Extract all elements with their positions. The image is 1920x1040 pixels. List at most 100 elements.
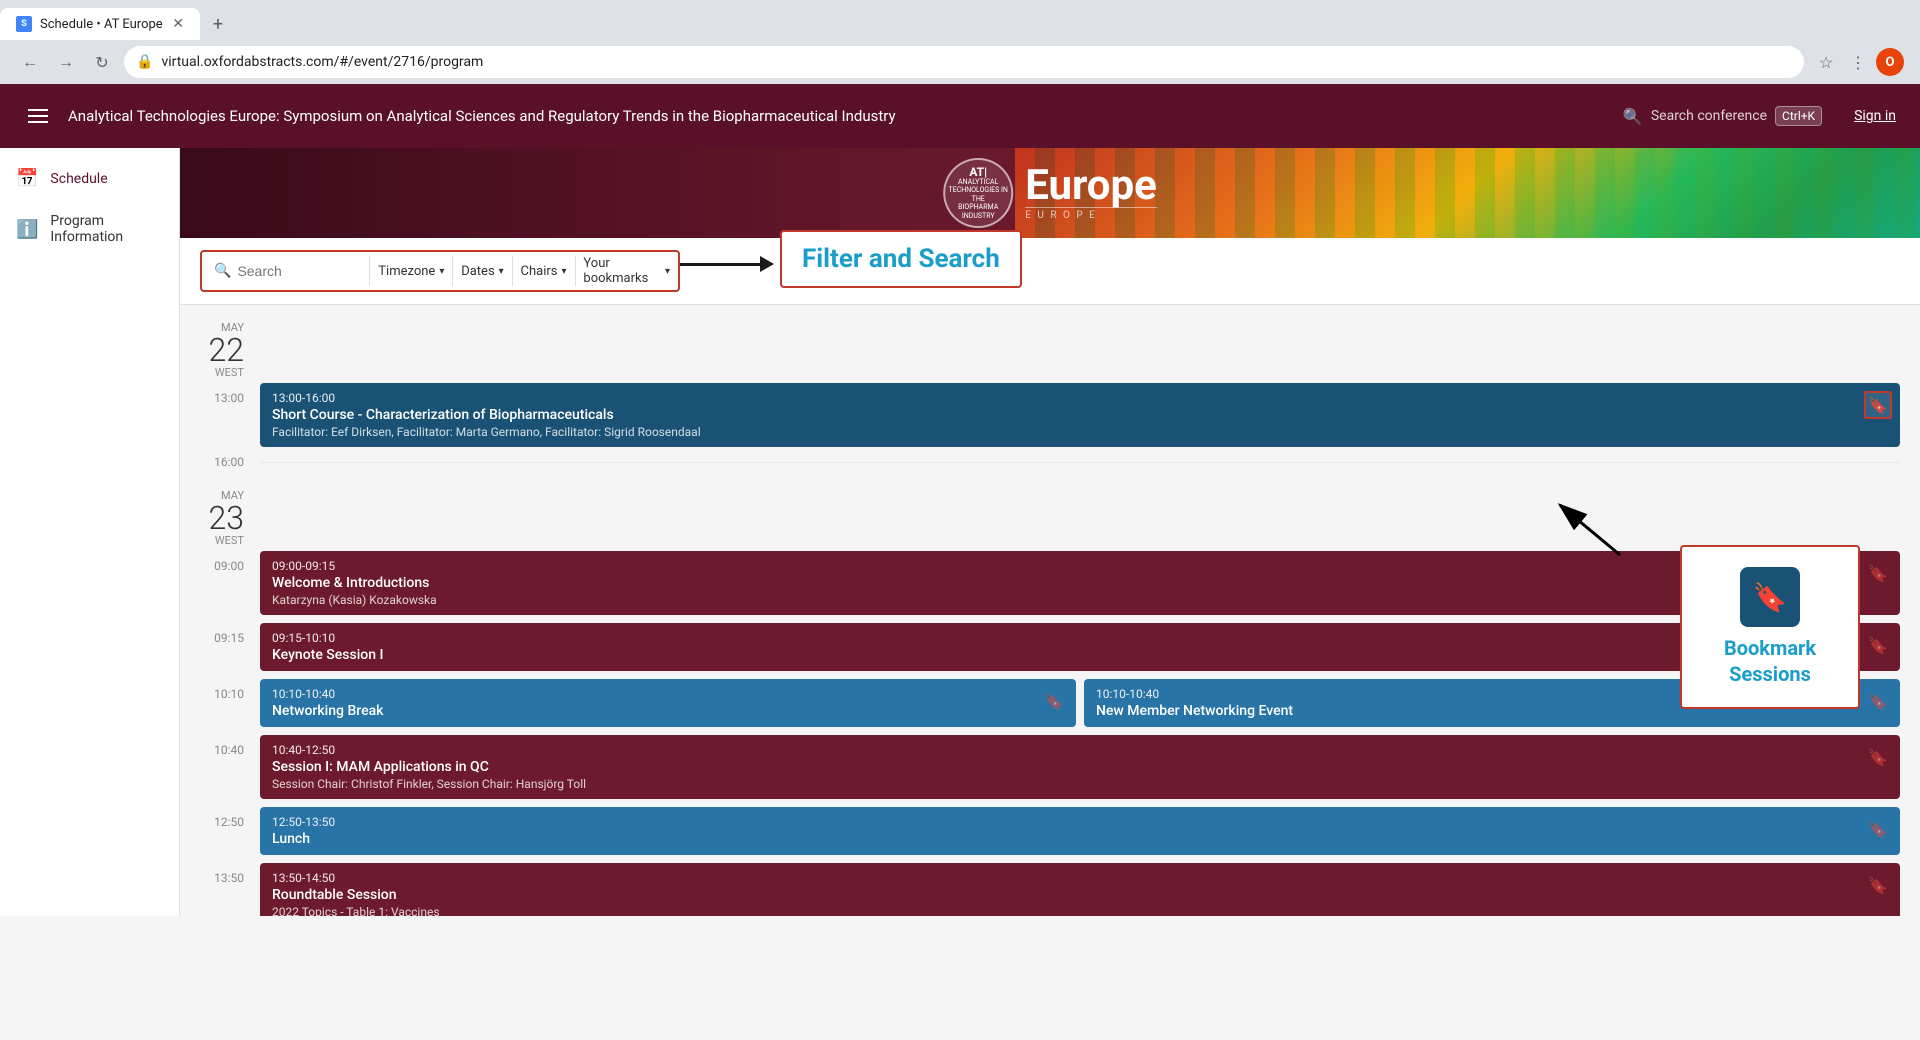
nav-back-button[interactable]: ← bbox=[16, 48, 44, 76]
tab-close-button[interactable]: ✕ bbox=[172, 16, 184, 32]
day-section-may22: MAY 22 WEST 13:00 13:00-16:00 S bbox=[200, 305, 1900, 469]
sessions-1350: 13:50-14:50 Roundtable Session 2022 Topi… bbox=[260, 863, 1900, 916]
bookmark-icon: 🔖 bbox=[1868, 820, 1888, 839]
banner-logo-circle: AT| ANALYTICALTECHNOLOGIES IN THEBIOPHAR… bbox=[943, 158, 1013, 228]
day-section-may23: MAY 23 WEST 09:00 09:00-09:15 W bbox=[200, 473, 1900, 916]
bookmark-button-lunch[interactable]: 🔖 bbox=[1864, 815, 1892, 843]
sessions-0915: 09:15-10:10 Keynote Session I 🔖 bbox=[260, 623, 1900, 675]
sessions-1300: 13:00-16:00 Short Course - Characterizat… bbox=[260, 383, 1900, 451]
session-title: Roundtable Session bbox=[272, 887, 1860, 903]
sessions-0900: 09:00-09:15 Welcome & Introductions Kata… bbox=[260, 551, 1900, 619]
hamburger-menu[interactable] bbox=[24, 105, 52, 127]
bookmark-icon: 🔖 bbox=[1868, 692, 1888, 711]
filter-bar: 🔍 Timezone ▾ Dates ▾ bbox=[200, 250, 680, 292]
session-title: Lunch bbox=[272, 831, 1860, 847]
filter-bar-section: 🔍 Timezone ▾ Dates ▾ bbox=[180, 238, 1920, 305]
sign-in-link[interactable]: Sign in bbox=[1854, 108, 1896, 124]
bookmark-button-short-course[interactable]: 🔖 bbox=[1864, 391, 1892, 419]
address-bar[interactable]: 🔒 virtual.oxfordabstracts.com/#/event/27… bbox=[124, 46, 1804, 78]
session-networking-break[interactable]: 10:10-10:40 Networking Break 🔖 bbox=[260, 679, 1076, 727]
new-tab-button[interactable]: + bbox=[204, 10, 232, 38]
bookmarks-chevron-icon: ▾ bbox=[665, 266, 670, 277]
bookmark-button-welcome[interactable]: 🔖 bbox=[1864, 559, 1892, 587]
time-label-1300: 13:00 bbox=[200, 383, 260, 405]
sidebar-program-label: Program Information bbox=[50, 213, 163, 245]
time-row-1600: 16:00 bbox=[200, 455, 1900, 469]
filter-and-search-text: Filter and Search bbox=[802, 244, 1000, 274]
session-time: 12:50-13:50 bbox=[272, 815, 1860, 829]
session-lunch[interactable]: 12:50-13:50 Lunch 🔖 bbox=[260, 807, 1900, 855]
session-time: 10:10-10:40 bbox=[272, 687, 1036, 701]
time-row-1300: 13:00 13:00-16:00 Short Course - Charact… bbox=[200, 383, 1900, 451]
session-subtitle: Katarzyna (Kasia) Kozakowska bbox=[272, 593, 1860, 607]
header-search-icon: 🔍 bbox=[1623, 107, 1643, 126]
dates-filter-button[interactable]: Dates ▾ bbox=[453, 260, 512, 283]
session-title: Keynote Session I bbox=[272, 647, 1860, 663]
time-row-1250: 12:50 12:50-13:50 Lunch 🔖 bbox=[200, 807, 1900, 859]
bookmark-button-networking[interactable]: 🔖 bbox=[1040, 687, 1068, 715]
search-input[interactable] bbox=[237, 263, 357, 279]
event-banner: AT| ANALYTICALTECHNOLOGIES IN THEBIOPHAR… bbox=[180, 148, 1920, 238]
time-label-1600: 16:00 bbox=[200, 455, 260, 469]
bookmark-icon: 🔖 bbox=[1868, 396, 1888, 415]
bookmark-annotation-area: 🔖 Bookmark Sessions bbox=[1680, 545, 1860, 709]
bookmark-button-roundtable[interactable]: 🔖 bbox=[1864, 871, 1892, 899]
time-row-1010: 10:10 10:10-10:40 Networking Break 🔖 bbox=[200, 679, 1900, 731]
session-title: Welcome & Introductions bbox=[272, 575, 1860, 591]
bookmark-sessions-text: Bookmark Sessions bbox=[1702, 635, 1838, 687]
time-label-0915: 09:15 bbox=[200, 623, 260, 645]
time-label-0900: 09:00 bbox=[200, 551, 260, 573]
bookmark-icon: 🔖 bbox=[1868, 636, 1888, 655]
banner-brand-text: Europe E U R O P E bbox=[1025, 165, 1157, 221]
nav-refresh-button[interactable]: ↻ bbox=[88, 48, 116, 76]
profile-avatar[interactable]: O bbox=[1876, 48, 1904, 76]
session-short-course[interactable]: 13:00-16:00 Short Course - Characterizat… bbox=[260, 383, 1900, 447]
bookmark-button-mam[interactable]: 🔖 bbox=[1864, 743, 1892, 771]
session-keynote[interactable]: 09:15-10:10 Keynote Session I 🔖 bbox=[260, 623, 1900, 671]
session-time: 13:50-14:50 bbox=[272, 871, 1860, 885]
bookmark-button-keynote[interactable]: 🔖 bbox=[1864, 631, 1892, 659]
bookmark-icon: 🔖 bbox=[1044, 692, 1064, 711]
dates-chevron-icon: ▾ bbox=[499, 266, 504, 277]
filter-arrow bbox=[680, 256, 774, 272]
sessions-1250: 12:50-13:50 Lunch 🔖 bbox=[260, 807, 1900, 859]
header-search-area[interactable]: 🔍 Search conference Ctrl+K bbox=[1623, 106, 1822, 126]
may22-day-number: 22 bbox=[200, 334, 244, 366]
chairs-filter-button[interactable]: Chairs ▾ bbox=[513, 260, 575, 283]
schedule-area: MAY 22 WEST 13:00 13:00-16:00 S bbox=[180, 305, 1920, 916]
time-label-1010: 10:10 bbox=[200, 679, 260, 701]
nav-forward-button[interactable]: → bbox=[52, 48, 80, 76]
info-icon: ℹ️ bbox=[16, 219, 38, 240]
time-row-0900: 09:00 09:00-09:15 Welcome & Introduction… bbox=[200, 551, 1900, 619]
tab-favicon: S bbox=[16, 16, 32, 32]
bookmark-icon: 🔖 bbox=[1868, 876, 1888, 895]
url-text: virtual.oxfordabstracts.com/#/event/2716… bbox=[161, 54, 1792, 70]
sidebar-item-schedule[interactable]: 📅 Schedule bbox=[0, 156, 179, 201]
session-mam[interactable]: 10:40-12:50 Session I: MAM Applications … bbox=[260, 735, 1900, 799]
time-row-1040: 10:40 10:40-12:50 Session I: MAM Applica… bbox=[200, 735, 1900, 803]
search-field[interactable]: 🔍 bbox=[202, 256, 369, 286]
may23-day-number: 23 bbox=[200, 502, 244, 534]
tab-title: Schedule • AT Europe bbox=[40, 17, 163, 32]
timezone-chevron-icon: ▾ bbox=[439, 266, 444, 277]
session-welcome[interactable]: 09:00-09:15 Welcome & Introductions Kata… bbox=[260, 551, 1900, 615]
browser-tab[interactable]: S Schedule • AT Europe ✕ bbox=[0, 8, 200, 40]
bookmarks-filter-button[interactable]: Your bookmarks ▾ bbox=[575, 252, 678, 290]
header-search-text: Search conference bbox=[1651, 108, 1767, 124]
session-time: 10:40-12:50 bbox=[272, 743, 1860, 757]
search-input-icon: 🔍 bbox=[214, 263, 231, 279]
browser-menu-icon[interactable]: ⋮ bbox=[1844, 48, 1872, 76]
bookmark-icon: 🔖 bbox=[1868, 748, 1888, 767]
time-label-1040: 10:40 bbox=[200, 735, 260, 757]
session-subtitle: Facilitator: Eef Dirksen, Facilitator: M… bbox=[272, 425, 1860, 439]
bookmark-star-icon[interactable]: ☆ bbox=[1812, 48, 1840, 76]
sidebar-item-program-info[interactable]: ℹ️ Program Information bbox=[0, 201, 179, 257]
bookmark-button-new-member[interactable]: 🔖 bbox=[1864, 687, 1892, 715]
time-row-0915: 09:15 09:15-10:10 Keynote Session I 🔖 bbox=[200, 623, 1900, 675]
session-title: Networking Break bbox=[272, 703, 1036, 719]
time-row-1350: 13:50 13:50-14:50 Roundtable Session 202… bbox=[200, 863, 1900, 916]
timezone-filter-button[interactable]: Timezone ▾ bbox=[370, 260, 452, 283]
session-roundtable[interactable]: 13:50-14:50 Roundtable Session 2022 Topi… bbox=[260, 863, 1900, 916]
session-subtitle: 2022 Topics - Table 1: Vaccines bbox=[272, 905, 1860, 916]
session-title: Short Course - Characterization of Bioph… bbox=[272, 407, 1860, 423]
